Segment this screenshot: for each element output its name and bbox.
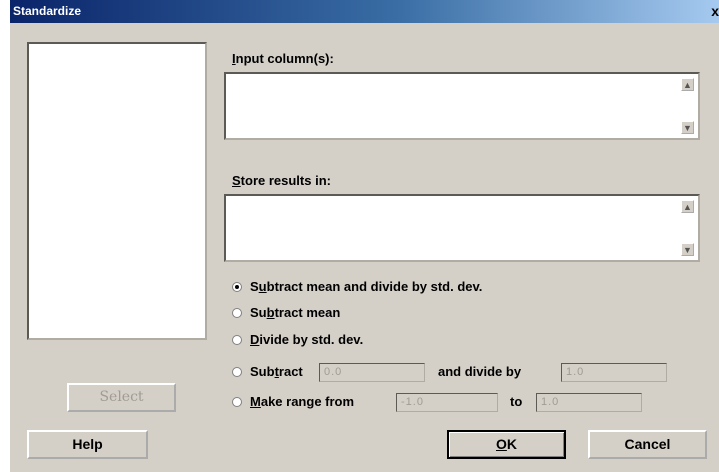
select-button[interactable]: Select <box>67 383 176 412</box>
variables-listbox[interactable] <box>27 42 207 340</box>
radio-icon[interactable] <box>232 308 242 318</box>
scroll-down-icon[interactable]: ▼ <box>681 243 694 256</box>
input-columns-field[interactable]: ▲ ▼ <box>224 72 700 140</box>
scroll-up-icon[interactable]: ▲ <box>681 78 694 91</box>
title-bar: Standardize x <box>10 0 719 23</box>
radio-icon[interactable] <box>232 335 242 345</box>
range-from-field[interactable]: -1.0 <box>396 393 498 412</box>
and-divide-by-label: and divide by <box>438 364 522 379</box>
store-results-label: Store results in: <box>232 173 331 188</box>
help-button[interactable]: Help <box>27 430 148 459</box>
divide-value-field[interactable]: 1.0 <box>561 363 667 382</box>
radio-icon[interactable] <box>232 397 242 407</box>
input-columns-label: Input column(s): <box>232 51 334 66</box>
ok-button[interactable]: OK <box>447 430 566 459</box>
scroll-down-icon[interactable]: ▼ <box>681 121 694 134</box>
radio-icon[interactable] <box>232 367 242 377</box>
range-to-field[interactable]: 1.0 <box>536 393 642 412</box>
window-title: Standardize <box>13 4 82 18</box>
radio-selected-icon[interactable] <box>232 282 242 292</box>
to-label: to <box>510 394 523 409</box>
scroll-up-icon[interactable]: ▲ <box>681 200 694 213</box>
close-icon[interactable]: x <box>711 3 719 19</box>
store-results-field[interactable]: ▲ ▼ <box>224 194 700 262</box>
standardize-dialog: Standardize x Input column(s): ▲ ▼ Store… <box>9 0 719 472</box>
subtract-value-field[interactable]: 0.0 <box>319 363 425 382</box>
cancel-button[interactable]: Cancel <box>588 430 707 459</box>
